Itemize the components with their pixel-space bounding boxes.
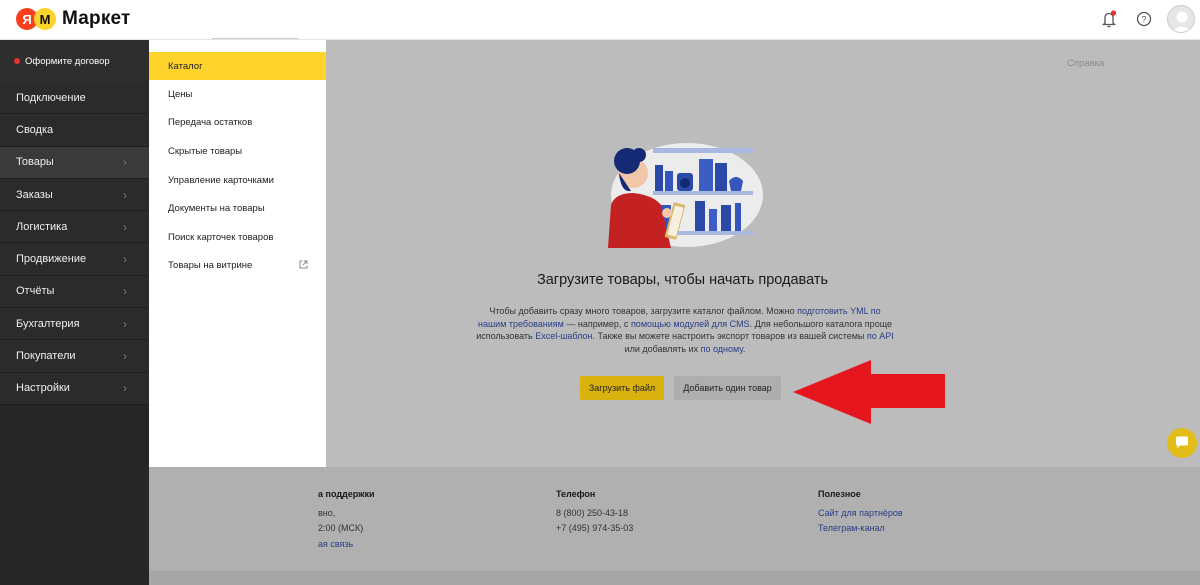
divider: [212, 38, 298, 39]
phone-number[interactable]: 8 (800) 250-43-18: [556, 506, 633, 522]
svg-text:?: ?: [1141, 15, 1146, 25]
desc-text: или добавлять их: [624, 344, 701, 355]
sidebar-item-label: Отчёты: [16, 285, 55, 298]
submenu-item-label: Поиск карточек товаров: [168, 231, 274, 243]
submenu-item-catalog[interactable]: Каталог: [149, 52, 326, 80]
help-link[interactable]: Справка: [1067, 58, 1104, 69]
chevron-right-icon: ›: [123, 316, 127, 331]
submenu-item-hidden-products[interactable]: Скрытые товары: [149, 137, 326, 166]
add-one-product-button[interactable]: Добавить один товар: [674, 376, 781, 400]
sidebar-item-label: Бухгалтерия: [16, 317, 80, 330]
page-title: Загрузите товары, чтобы начать продавать: [536, 272, 829, 288]
footer-support-column: а поддержки вно, 2:00 (МСК) ая связь: [318, 487, 375, 552]
partners-site-link[interactable]: Сайт для партнёров: [818, 506, 903, 522]
submenu-item-stock-transfer[interactable]: Передача остатков: [149, 109, 326, 138]
sidebar-item-accounting[interactable]: Бухгалтерия ›: [0, 308, 149, 341]
logo-text: Маркет: [62, 8, 131, 29]
cms-modules-link[interactable]: помощью модулей для CMS: [631, 319, 750, 329]
sidebar-item-connection[interactable]: Подключение: [0, 82, 149, 115]
api-link[interactable]: по API: [867, 331, 894, 341]
page-footer: [149, 467, 1200, 571]
desc-text: Чтобы добавить сразу много товаров, загр…: [489, 306, 798, 316]
submenu-item-label: Документы на товары: [168, 203, 265, 215]
chevron-right-icon: ›: [123, 252, 127, 267]
submenu-item-label: Скрытые товары: [168, 145, 243, 157]
sidebar-item-orders[interactable]: Заказы ›: [0, 178, 149, 212]
desc-text: . Также вы можете настроить экспорт това…: [592, 331, 867, 342]
one-by-one-link[interactable]: по одному: [701, 344, 743, 354]
submenu-item-label: Управление карточками: [168, 174, 274, 186]
footer-heading: Полезное: [818, 489, 861, 499]
sidebar-item-label: Подключение: [16, 91, 86, 104]
sidebar-item-promotion[interactable]: Продвижение ›: [0, 243, 149, 276]
alert-dot-icon: [14, 58, 20, 64]
footer-heading: а поддержки: [318, 489, 375, 499]
bell-icon[interactable]: [1098, 8, 1120, 30]
desc-text: — например, с: [563, 318, 631, 329]
footer-text: вно,: [318, 507, 336, 518]
contract-label: Оформите договор: [25, 55, 110, 67]
sidebar-item-label: Настройки: [16, 382, 70, 395]
help-icon[interactable]: ?: [1133, 8, 1155, 30]
submenu-item-prices[interactable]: Цены: [149, 80, 326, 109]
sidebar-item-settings[interactable]: Настройки ›: [0, 372, 149, 405]
footer-useful-column: Полезное Сайт для партнёров Телеграм-кан…: [818, 487, 903, 537]
submenu-item-label: Передача остатков: [168, 117, 253, 129]
chat-icon[interactable]: [1167, 428, 1197, 458]
desc-text: .: [742, 344, 746, 355]
sidebar-item-label: Заказы: [16, 188, 53, 201]
submenu-item-card-management[interactable]: Управление карточками: [149, 166, 326, 195]
footer-heading: Телефон: [556, 489, 596, 499]
sidebar-item-label: Покупатели: [16, 350, 76, 363]
chevron-right-icon: ›: [123, 155, 127, 170]
submenu-item-card-search[interactable]: Поиск карточек товаров: [149, 223, 326, 252]
chevron-right-icon: ›: [123, 219, 127, 234]
sidebar-item-customers[interactable]: Покупатели ›: [0, 340, 149, 373]
sidebar-item-logistics[interactable]: Логистика ›: [0, 211, 149, 244]
footer-text: 2:00 (МСК): [318, 523, 364, 533]
chevron-right-icon: ›: [123, 381, 127, 396]
sidebar-item-label: Товары: [16, 156, 54, 169]
sidebar-item-reports[interactable]: Отчёты ›: [0, 275, 149, 309]
sidebar-item-summary[interactable]: Сводка: [0, 114, 149, 147]
catalog-illustration: [608, 143, 763, 248]
submenu-item-label: Товары на витрине: [168, 260, 253, 272]
footer-bottom-strip: [149, 571, 1200, 585]
submenu-item-label: Цены: [168, 88, 193, 100]
telegram-channel-link[interactable]: Телеграм-канал: [818, 521, 903, 537]
yandex-market-logo[interactable]: Я М Маркет: [16, 7, 131, 31]
chevron-right-icon: ›: [123, 187, 127, 202]
logo-m-badge: М: [34, 8, 56, 30]
avatar[interactable]: [1167, 5, 1195, 33]
top-header: Я М Маркет ?: [0, 0, 1200, 40]
sidebar-item-label: Логистика: [16, 220, 68, 233]
footer-phone-column: Телефон 8 (800) 250-43-18 +7 (495) 974-3…: [556, 487, 633, 537]
sidebar-item-products[interactable]: Товары ›: [0, 146, 149, 179]
chevron-right-icon: ›: [123, 349, 127, 364]
main-sidebar: Оформите договор Подключение Сводка Това…: [0, 40, 149, 585]
submenu-item-showcase[interactable]: Товары на витрине: [149, 252, 326, 281]
submenu-item-label: Каталог: [168, 60, 203, 72]
upload-file-button[interactable]: Загрузить файл: [580, 376, 664, 400]
phone-number[interactable]: +7 (495) 974-35-03: [556, 521, 633, 537]
red-arrow-annotation: [793, 360, 945, 424]
feedback-link[interactable]: ая связь: [318, 537, 375, 553]
excel-template-link[interactable]: Excel-шаблон: [535, 331, 592, 341]
catalog-description: Чтобы добавить сразу много товаров, загр…: [475, 305, 895, 356]
submenu-item-product-documents[interactable]: Документы на товары: [149, 194, 326, 223]
sidebar-item-label: Сводка: [16, 123, 54, 136]
external-link-icon: [299, 260, 308, 272]
chevron-right-icon: ›: [123, 284, 127, 299]
contract-banner[interactable]: Оформите договор: [0, 40, 149, 82]
sidebar-item-label: Продвижение: [16, 253, 87, 266]
